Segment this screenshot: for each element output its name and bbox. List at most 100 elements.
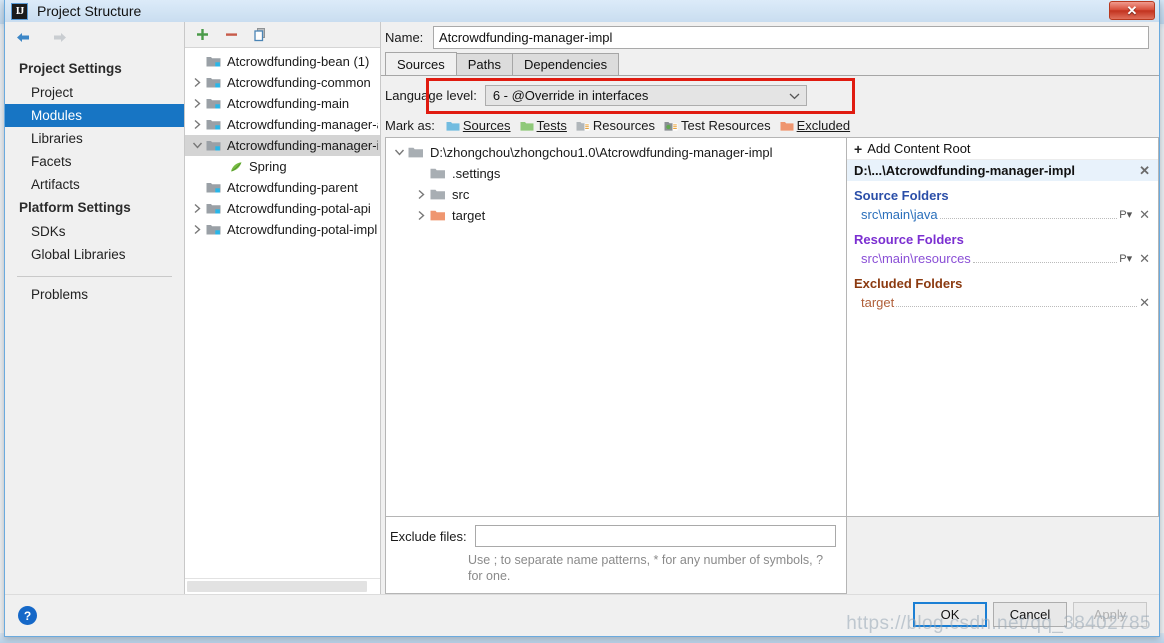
module-tree-row[interactable]: Atcrowdfunding-potal-impl — [185, 219, 380, 240]
content-roots-tree[interactable]: D:\zhongchou\zhongchou1.0\Atcrowdfunding… — [386, 138, 846, 516]
chevron-right-icon[interactable] — [189, 98, 206, 109]
remove-module-button[interactable] — [223, 26, 240, 43]
sidebar-item-problems[interactable]: Problems — [5, 283, 184, 306]
mark-as-excluded-button[interactable]: Excluded — [780, 118, 850, 133]
folder-gray-icon — [430, 167, 446, 180]
content-root-tree-row[interactable]: target — [386, 205, 846, 226]
chevron-right-icon[interactable] — [189, 224, 206, 235]
arrow-left-icon[interactable] — [14, 29, 33, 46]
apply-button: Apply — [1073, 602, 1147, 627]
content-root-tree-row[interactable]: D:\zhongchou\zhongchou1.0\Atcrowdfunding… — [386, 142, 846, 163]
language-level-select[interactable]: 6 - @Override in interfaces — [484, 84, 807, 106]
module-tree-row[interactable]: Atcrowdfunding-common — [185, 72, 380, 93]
scrollbar-thumb[interactable] — [187, 581, 367, 592]
dialog-titlebar: IJ Project Structure ✕ — [5, 0, 1159, 22]
mark-as-tests-button[interactable]: Tests — [520, 118, 567, 133]
plus-icon: + — [854, 140, 863, 157]
folder-row[interactable]: src\main\resources P▾ ✕ — [847, 249, 1158, 269]
sidebar-item-project[interactable]: Project — [5, 81, 184, 104]
tab-sources[interactable]: Sources — [385, 52, 457, 75]
content-root-tree-row-label: target — [452, 208, 486, 223]
dialog-title: Project Structure — [37, 3, 142, 19]
remove-folder-icon[interactable]: ✕ — [1139, 250, 1150, 268]
copy-module-button[interactable] — [252, 26, 269, 43]
mark-as-excluded-label: Excluded — [796, 118, 851, 133]
language-level-value: 6 - @Override in interfaces — [492, 87, 649, 103]
remove-folder-icon[interactable]: ✕ — [1139, 294, 1150, 312]
module-icon — [206, 97, 222, 111]
modules-tree[interactable]: Atcrowdfunding-bean (1) Atcrowdfunding-co… — [185, 48, 380, 578]
language-level-row: Language level: 6 - @Override in interfa… — [381, 76, 1159, 114]
module-name-row: Name: — [381, 22, 1159, 53]
sidebar-item-modules[interactable]: Modules — [5, 104, 184, 127]
package-prefix-icon[interactable]: P▾ — [1119, 206, 1132, 224]
dialog-body: Project Settings Project Modules Librari… — [5, 22, 1159, 594]
folder-gray-icon — [408, 146, 424, 159]
folder-path-label: src\main\resources — [861, 251, 971, 266]
dotted-leader — [939, 207, 1118, 219]
folder-row[interactable]: src\main\java P▾ ✕ — [847, 205, 1158, 225]
content-root-tree-row[interactable]: .settings — [386, 163, 846, 184]
content-root-tree-row-label: src — [452, 187, 470, 202]
arrow-right-icon[interactable] — [50, 29, 69, 46]
module-tree-row-label: Atcrowdfunding-parent — [227, 180, 358, 195]
module-editor: Name: Sources Paths Dependencies Languag… — [381, 22, 1159, 594]
tab-dependencies[interactable]: Dependencies — [511, 53, 620, 75]
sidebar-item-artifacts[interactable]: Artifacts — [5, 173, 184, 196]
content-root-tree-row-label: D:\zhongchou\zhongchou1.0\Atcrowdfunding… — [430, 145, 773, 160]
folder-section-title: Excluded Folders — [854, 276, 963, 291]
sidebar-divider — [17, 276, 172, 277]
chevron-right-icon[interactable] — [413, 210, 430, 221]
language-level-label: Language level: — [385, 87, 477, 103]
remove-content-root-icon[interactable]: ✕ — [1139, 163, 1150, 179]
close-icon[interactable]: ✕ — [1109, 1, 1155, 20]
modules-toolbar — [185, 22, 380, 48]
chevron-right-icon[interactable] — [189, 119, 206, 130]
content-root-tree-row[interactable]: src — [386, 184, 846, 205]
ok-button[interactable]: OK — [913, 602, 987, 627]
folder-test-resources-icon — [664, 120, 678, 132]
content-root-tree-row-label: .settings — [452, 166, 501, 181]
sidebar-item-facets[interactable]: Facets — [5, 150, 184, 173]
chevron-down-icon[interactable] — [189, 141, 206, 150]
module-tree-row[interactable]: Atcrowdfunding-potal-api — [185, 198, 380, 219]
mark-as-resources-button[interactable]: Resources — [576, 118, 655, 133]
folder-row[interactable]: target ✕ — [847, 293, 1158, 313]
add-module-button[interactable] — [194, 26, 211, 43]
cancel-button[interactable]: Cancel — [993, 602, 1067, 627]
module-icon — [206, 223, 222, 237]
add-content-root-button[interactable]: + Add Content Root — [847, 138, 1158, 160]
dialog-footer: ? OK Cancel Apply https://blog.csdn.net/… — [5, 594, 1159, 636]
project-structure-dialog: IJ Project Structure ✕ Project Settings … — [4, 0, 1160, 637]
modules-horizontal-scrollbar[interactable] — [185, 578, 380, 594]
module-tree-row[interactable]: Atcrowdfunding-main — [185, 93, 380, 114]
module-tree-row[interactable]: Atcrowdfunding-manager-a — [185, 114, 380, 135]
remove-folder-icon[interactable]: ✕ — [1139, 206, 1150, 224]
module-name-input[interactable] — [433, 26, 1149, 49]
help-icon[interactable]: ? — [18, 606, 37, 625]
module-icon — [206, 139, 222, 153]
folder-excluded-icon — [780, 120, 794, 132]
chevron-right-icon[interactable] — [189, 203, 206, 214]
package-prefix-icon[interactable]: P▾ — [1119, 250, 1132, 268]
module-tree-row-label: Atcrowdfunding-bean (1) — [227, 54, 370, 69]
module-tree-row-label: Atcrowdfunding-manager-a — [227, 117, 378, 132]
sidebar-item-sdks[interactable]: SDKs — [5, 220, 184, 243]
module-tree-row-label: Atcrowdfunding-common — [227, 75, 371, 90]
module-tree-row[interactable]: Atcrowdfunding-parent — [185, 177, 380, 198]
chevron-right-icon[interactable] — [413, 189, 430, 200]
tab-paths[interactable]: Paths — [455, 53, 513, 75]
module-tree-row[interactable]: Atcrowdfunding-manager-i — [185, 135, 380, 156]
sidebar-list: Project Settings Project Modules Librari… — [5, 52, 184, 594]
folder-sections: Source Folders src\main\java P▾ ✕ Resource F… — [847, 181, 1158, 313]
module-tree-row[interactable]: Atcrowdfunding-bean (1) — [185, 51, 380, 72]
mark-as-test-resources-button[interactable]: Test Resources — [664, 118, 771, 133]
chevron-right-icon[interactable] — [189, 77, 206, 88]
chevron-down-icon[interactable] — [391, 148, 408, 157]
module-tree-row[interactable]: Spring — [185, 156, 380, 177]
sidebar-item-libraries[interactable]: Libraries — [5, 127, 184, 150]
exclude-files-input[interactable] — [474, 525, 836, 547]
mark-as-sources-button[interactable]: Sources — [446, 118, 511, 133]
sidebar-item-global-libraries[interactable]: Global Libraries — [5, 243, 184, 266]
content-root-path: D:\...\Atcrowdfunding-manager-impl — [854, 163, 1075, 178]
